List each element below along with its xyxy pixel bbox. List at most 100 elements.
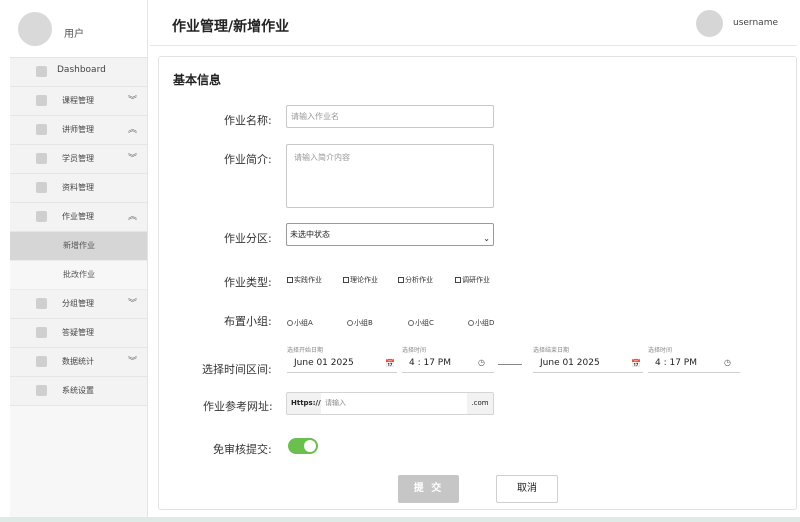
zone-selected-value: 未选中状态 — [290, 230, 330, 239]
checkbox-icon — [287, 277, 293, 283]
calendar-icon[interactable]: 📅 — [631, 359, 641, 368]
sidebar-subitem-label: 批改作业 — [63, 270, 95, 279]
range-separator — [498, 364, 522, 365]
checkbox-icon — [343, 277, 349, 283]
sidebar-item-teachers[interactable]: 讲师管理 ︽ — [10, 116, 147, 145]
page-header: 作业管理/新增作业 username — [150, 0, 797, 46]
groups-icon — [36, 298, 47, 309]
group-radio-a[interactable]: 小组A — [287, 318, 313, 328]
type-checkbox-analysis[interactable]: 分析作业 — [398, 275, 433, 285]
chevron-up-icon: ︽ — [128, 212, 137, 222]
group-label: 布置小组: — [224, 315, 272, 328]
start-time-value[interactable]: 4 : 17 PM — [409, 358, 451, 368]
end-date-value[interactable]: June 01 2025 — [540, 358, 600, 368]
auto-submit-label: 免审核提交: — [213, 443, 272, 456]
checkbox-label: 实践作业 — [294, 276, 322, 284]
students-icon — [36, 153, 47, 164]
sidebar-item-homework[interactable]: 作业管理 ︽ — [10, 203, 147, 232]
sidebar-item-groups[interactable]: 分组管理 ︾ — [10, 290, 147, 319]
chevron-down-icon: ︾ — [128, 96, 137, 106]
sidebar-item-dashboard[interactable]: Dashboard — [10, 58, 147, 87]
url-suffix: .com — [467, 393, 493, 414]
sidebar-item-settings[interactable]: 系统设置 — [10, 377, 147, 406]
sidebar-item-label: 答疑管理 — [62, 328, 94, 337]
sidebar: 用户 Dashboard 课程管理 ︾ 讲师管理 ︽ 学员管理 ︾ 资料管理 作… — [10, 0, 148, 522]
chevron-down-icon: ︾ — [128, 299, 137, 309]
checkbox-label: 理论作业 — [350, 276, 378, 284]
chevron-down-icon: ︾ — [128, 357, 137, 367]
qa-icon — [36, 327, 47, 338]
radio-label: 小组A — [294, 319, 313, 327]
clock-icon[interactable]: ◷ — [478, 358, 485, 367]
sidebar-subitem-new-homework[interactable]: 新增作业 — [10, 232, 147, 261]
homework-icon — [36, 211, 47, 222]
teachers-icon — [36, 124, 47, 135]
intro-label: 作业简介: — [224, 153, 272, 166]
sidebar-item-label: 分组管理 — [62, 299, 94, 308]
url-placeholder: 请输入 — [325, 399, 346, 407]
reference-url-input[interactable]: Https:// 请输入 .com — [286, 392, 494, 415]
radio-icon — [287, 320, 293, 326]
avatar — [18, 12, 52, 46]
end-date-underline — [533, 372, 643, 373]
url-prefix: Https:// — [287, 393, 321, 414]
calendar-icon[interactable]: 📅 — [385, 359, 395, 368]
toggle-knob — [304, 440, 316, 452]
name-label: 作业名称: — [224, 114, 272, 127]
checkbox-label: 调研作业 — [462, 276, 490, 284]
group-radio-c[interactable]: 小组C — [408, 318, 434, 328]
sidebar-username: 用户 — [64, 29, 84, 40]
sidebar-item-label: 数据统计 — [62, 357, 94, 366]
type-label: 作业类型: — [224, 276, 272, 289]
courses-icon — [36, 95, 47, 106]
type-checkbox-practice[interactable]: 实践作业 — [287, 275, 322, 285]
homework-name-input[interactable]: 请输入作业名 — [286, 105, 494, 128]
bottom-bar — [0, 517, 800, 522]
sidebar-subitem-label: 新增作业 — [63, 241, 95, 250]
sidebar-item-label: 系统设置 — [62, 386, 94, 395]
page-title: 作业管理/新增作业 — [172, 19, 290, 35]
materials-icon — [36, 182, 47, 193]
group-radio-b[interactable]: 小组B — [347, 318, 373, 328]
sidebar-item-label: 作业管理 — [62, 212, 94, 221]
start-time-underline — [402, 372, 494, 373]
sidebar-item-label: Dashboard — [57, 65, 106, 75]
zone-label: 作业分区: — [224, 232, 272, 245]
auto-submit-toggle[interactable] — [288, 438, 318, 454]
sidebar-item-materials[interactable]: 资料管理 — [10, 174, 147, 203]
end-time-value[interactable]: 4 : 17 PM — [655, 358, 697, 368]
homework-intro-textarea[interactable]: 请输入简介内容 — [286, 144, 494, 208]
sidebar-item-courses[interactable]: 课程管理 ︾ — [10, 87, 147, 116]
sidebar-item-qa[interactable]: 答疑管理 — [10, 319, 147, 348]
user-avatar[interactable] — [696, 10, 723, 37]
checkbox-icon — [455, 277, 461, 283]
sidebar-item-stats[interactable]: 数据统计 ︾ — [10, 348, 147, 377]
sidebar-item-label: 学员管理 — [62, 154, 94, 163]
start-date-value[interactable]: June 01 2025 — [294, 358, 354, 368]
sidebar-item-students[interactable]: 学员管理 ︾ — [10, 145, 147, 174]
sidebar-subitem-grade-homework[interactable]: 批改作业 — [10, 261, 147, 290]
url-label: 作业参考网址: — [203, 400, 273, 413]
chevron-up-icon: ︽ — [128, 125, 137, 135]
sidebar-item-label: 课程管理 — [62, 96, 94, 105]
homework-intro-placeholder: 请输入简介内容 — [294, 153, 350, 162]
type-checkbox-theory[interactable]: 理论作业 — [343, 275, 378, 285]
end-date-label: 选择结束日期 — [533, 347, 570, 354]
start-date-label: 选择开始日期 — [287, 347, 324, 354]
sidebar-item-label: 讲师管理 — [62, 125, 94, 134]
submit-button[interactable]: 提 交 — [398, 475, 459, 503]
group-radio-d[interactable]: 小组D — [468, 318, 494, 328]
clock-icon[interactable]: ◷ — [724, 358, 731, 367]
stats-icon — [36, 356, 47, 367]
zone-select[interactable]: 未选中状态 ⌄ — [286, 223, 494, 246]
sidebar-item-label: 资料管理 — [62, 183, 94, 192]
cancel-button[interactable]: 取消 — [496, 475, 558, 503]
chevron-down-icon: ︾ — [128, 154, 137, 164]
radio-label: 小组D — [475, 319, 495, 327]
radio-icon — [468, 320, 474, 326]
header-username[interactable]: username — [733, 18, 778, 28]
app: 用户 Dashboard 课程管理 ︾ 讲师管理 ︽ 学员管理 ︾ 资料管理 作… — [0, 0, 800, 522]
type-checkbox-research[interactable]: 调研作业 — [455, 275, 490, 285]
chevron-down-icon: ⌄ — [483, 234, 490, 243]
dashboard-icon — [36, 66, 47, 77]
